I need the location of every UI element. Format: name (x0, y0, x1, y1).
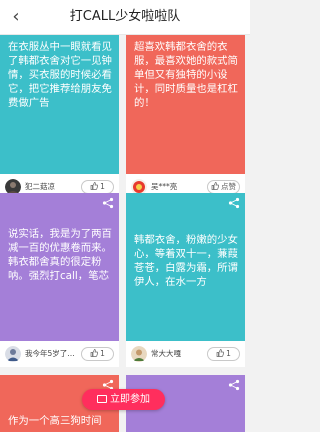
post-footer: 我今年5岁了… 1 (0, 341, 119, 367)
like-button[interactable]: 1 (81, 180, 114, 194)
thumbs-up-icon (90, 182, 99, 190)
avatar[interactable] (131, 346, 147, 362)
post-text: 在衣服丛中一眼就看见了韩都衣舍对它一见钟情，买衣服的时候必看它，把它推荐给朋友免… (8, 41, 112, 109)
username[interactable]: 我今年5岁了… (25, 341, 77, 367)
like-button[interactable]: 1 (81, 347, 114, 361)
post-content-panel: 超喜欢韩都衣舍的衣服，最喜欢她的款式简单但又有独特的小设计，同时质量也是杠杠的！ (126, 35, 245, 174)
share-icon[interactable] (228, 197, 240, 209)
post-content-panel: 说实话，我是为了两百减一百的优惠卷而来。韩衣都舍真的很定粉呐。强烈打call，笔… (0, 193, 119, 341)
thumbs-up-icon (216, 349, 225, 357)
thumbs-up-icon (211, 182, 219, 190)
post-feed[interactable]: 在衣服丛中一眼就看见了韩都衣舍对它一见钟情，买衣服的时候必看它，把它推荐给朋友免… (0, 35, 250, 432)
post-card[interactable]: 在衣服丛中一眼就看见了韩都衣舍对它一见钟情，买衣服的时候必看它，把它推荐给朋友免… (0, 35, 119, 200)
username[interactable]: 常大大嘎 (151, 341, 203, 367)
like-count: 1 (226, 349, 231, 358)
join-now-label: 立即参加 (110, 394, 150, 405)
ticket-icon (97, 395, 107, 403)
post-text: 说实话，我是为了两百减一百的优惠卷而来。韩衣都舍真的很定粉呐。强烈打call，笔… (8, 228, 112, 282)
like-button[interactable]: 1 (207, 347, 240, 361)
post-footer: 常大大嘎 1 (126, 341, 245, 367)
post-content-panel: 在衣服丛中一眼就看见了韩都衣舍对它一见钟情，买衣服的时候必看它，把它推荐给朋友免… (0, 35, 119, 174)
post-text: 作为一个高三狗时间 (8, 415, 102, 427)
avatar[interactable] (5, 346, 21, 362)
like-count: 点赞 (221, 182, 236, 191)
join-now-button[interactable]: 立即参加 (82, 389, 165, 410)
like-count: 1 (100, 182, 105, 191)
post-content-panel: 韩都衣舍，粉嫩的少女心，等着双十一，蒹葭苍苍，白露为霜，所谓伊人，在水一方 (126, 193, 245, 341)
page-title: 打CALL少女啦啦队 (69, 9, 181, 24)
post-card[interactable]: 韩都衣舍，粉嫩的少女心，等着双十一，蒹葭苍苍，白露为霜，所谓伊人，在水一方 常大… (126, 193, 245, 367)
like-count: 1 (100, 349, 105, 358)
post-card[interactable]: 说实话，我是为了两百减一百的优惠卷而来。韩衣都舍真的很定粉呐。强烈打call，笔… (0, 193, 119, 367)
navigation-bar: ‹ 打CALL少女啦啦队 (0, 0, 250, 35)
share-icon[interactable] (228, 379, 240, 391)
post-text: 超喜欢韩都衣舍的衣服，最喜欢她的款式简单但又有独特的小设计，同时质量也是杠杠的！ (134, 41, 238, 109)
like-button[interactable]: 点赞 (207, 180, 240, 194)
share-icon[interactable] (102, 197, 114, 209)
thumbs-up-icon (90, 349, 99, 357)
post-card[interactable]: 超喜欢韩都衣舍的衣服，最喜欢她的款式简单但又有独特的小设计，同时质量也是杠杠的！… (126, 35, 245, 200)
post-text: 韩都衣舍，粉嫩的少女心，等着双十一，蒹葭苍苍，白露为霜，所谓伊人，在水一方 (134, 234, 238, 288)
